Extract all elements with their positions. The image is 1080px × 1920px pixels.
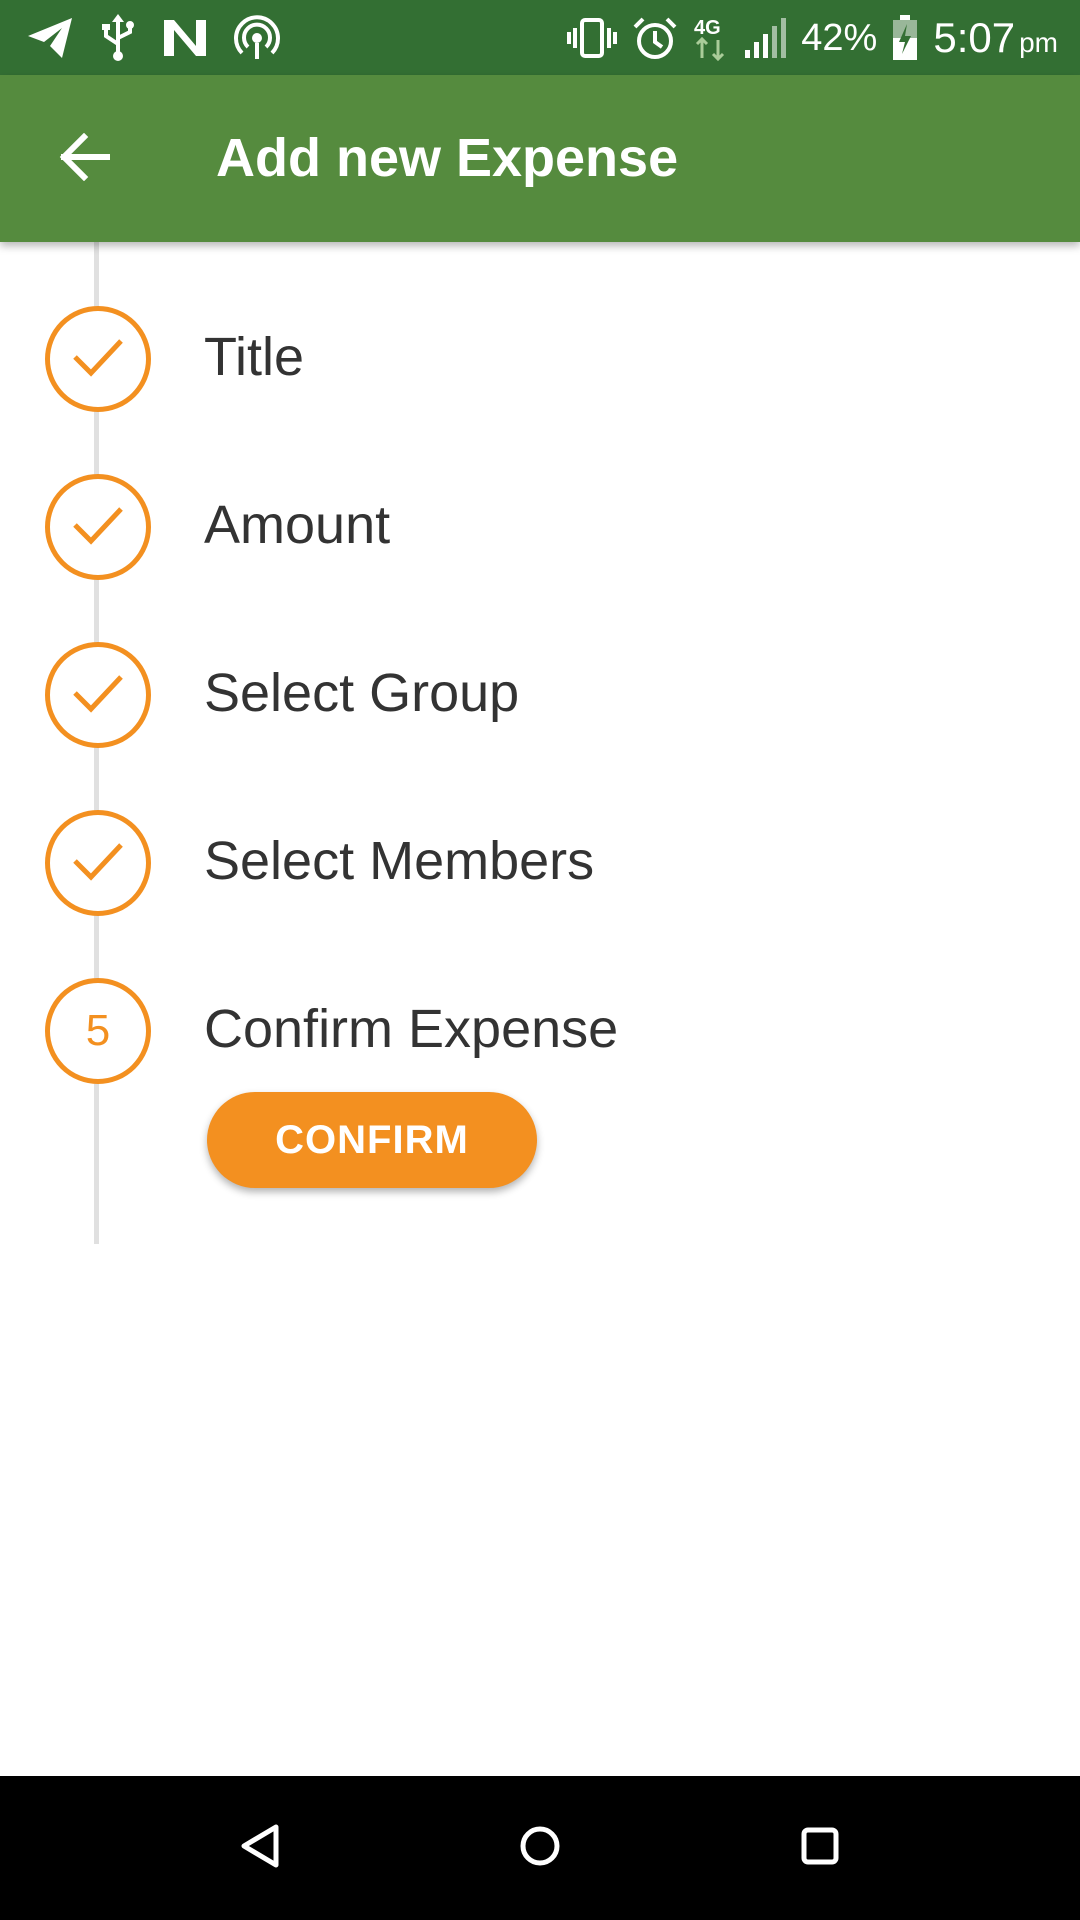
app-bar: Add new Expense: [0, 75, 1080, 242]
status-left-icons: [26, 14, 280, 62]
recents-square-icon: [799, 1825, 841, 1872]
step-circle: [45, 474, 151, 580]
step-circle: [45, 642, 151, 748]
clock-time: 5:07: [933, 14, 1016, 61]
4g-icon: 4G: [693, 14, 729, 62]
navigation-bar: [0, 1776, 1080, 1920]
step-amount[interactable]: Amount: [0, 470, 1080, 580]
step-title[interactable]: Title: [0, 302, 1080, 412]
step-label: Select Group: [204, 663, 520, 723]
n-app-icon: [162, 16, 208, 60]
back-button[interactable]: [44, 119, 124, 199]
check-icon: [71, 673, 125, 718]
stepper: Title Amount Select Group Select Members…: [0, 242, 1080, 1244]
step-label: Amount: [204, 495, 391, 555]
check-icon: [71, 841, 125, 886]
step-label: Title: [204, 327, 305, 387]
step-label: Select Members: [204, 831, 595, 891]
clock-ampm: pm: [1019, 27, 1058, 58]
step-number: 5: [85, 1006, 111, 1055]
nav-back-button[interactable]: [218, 1806, 302, 1890]
page-title: Add new Expense: [216, 128, 679, 188]
confirm-button[interactable]: CONFIRM: [207, 1092, 537, 1188]
status-right-icons: 4G 42% 5:07 pm: [567, 8, 1058, 68]
step-select-members[interactable]: Select Members: [0, 806, 1080, 916]
svg-text:4G: 4G: [694, 17, 721, 39]
battery-percent: 42%: [801, 16, 878, 59]
nav-recents-button[interactable]: [778, 1806, 862, 1890]
step-select-group[interactable]: Select Group: [0, 638, 1080, 748]
status-bar: 4G 42% 5:07 pm: [0, 0, 1080, 75]
clock: 5:07 pm: [933, 14, 1058, 62]
home-circle-icon: [518, 1824, 562, 1873]
step-circle: [45, 306, 151, 412]
telegram-icon: [26, 16, 74, 60]
hotspot-icon: [234, 15, 280, 61]
battery-charging-icon: [891, 14, 919, 62]
arrow-back-icon: [58, 132, 111, 186]
vibrate-icon: [567, 16, 618, 60]
step-confirm-expense[interactable]: 5 Confirm Expense: [0, 974, 1080, 1084]
back-triangle-icon: [238, 1823, 282, 1874]
usb-icon: [100, 14, 136, 62]
check-icon: [71, 505, 125, 550]
nav-home-button[interactable]: [498, 1806, 582, 1890]
check-icon: [71, 337, 125, 382]
step-circle: 5: [45, 978, 151, 1084]
signal-icon: [743, 16, 787, 60]
step-label: Confirm Expense: [204, 999, 619, 1059]
step-circle: [45, 810, 151, 916]
alarm-icon: [631, 15, 679, 61]
